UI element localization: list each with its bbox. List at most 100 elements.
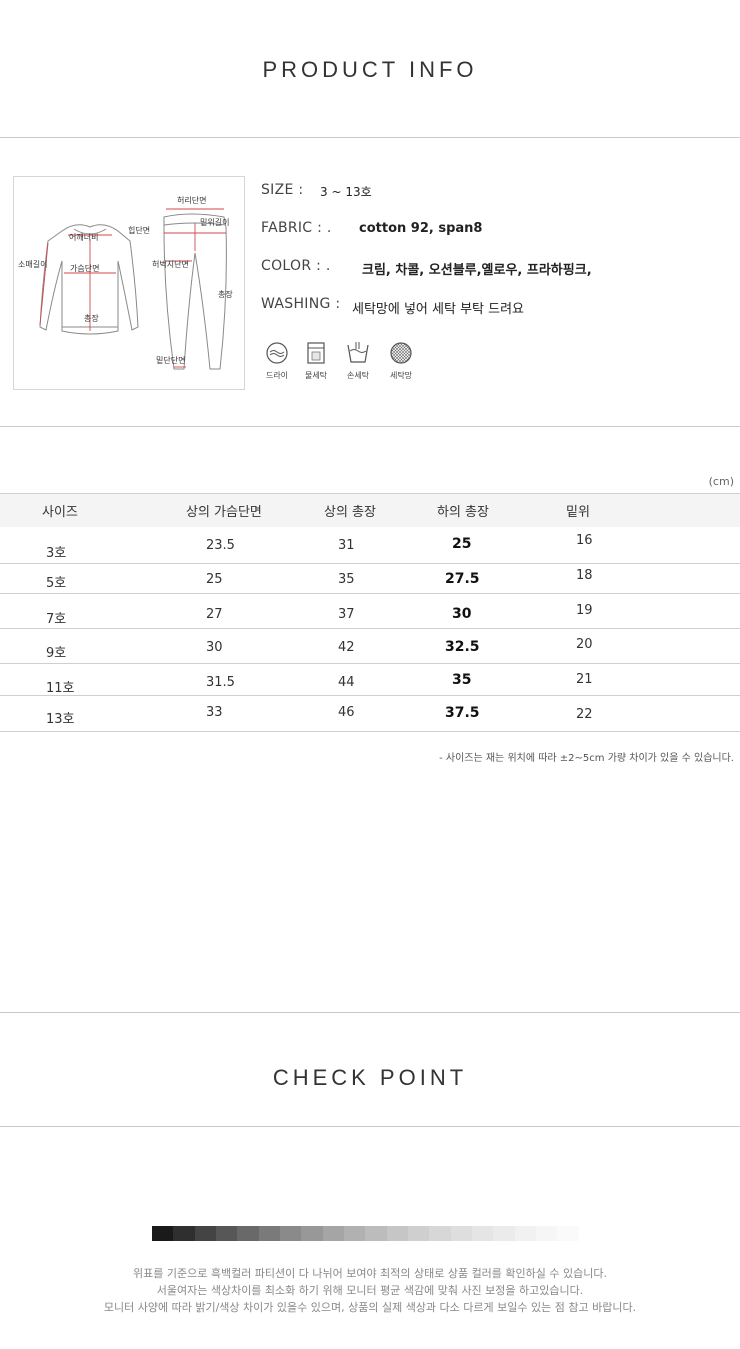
divider: [0, 137, 740, 138]
gray-swatch: [557, 1226, 579, 1241]
table-cell: 44: [338, 675, 355, 690]
table-cell: 5호: [46, 576, 67, 591]
fabric-value: cotton 92, span8: [359, 221, 483, 236]
table-cell: 33: [206, 705, 223, 720]
table-cell: 42: [338, 640, 355, 655]
table-cell: 23.5: [206, 538, 235, 553]
clothing-sketch: [39, 208, 227, 370]
fabric-key: FABRIC : .: [261, 220, 332, 236]
wash-label: 드라이: [265, 371, 289, 380]
check-point-line: 모니터 사양에 따라 밝기/색상 차이가 있을수 있으며, 상품의 실제 색상과…: [103, 1301, 637, 1314]
dry-clean-icon: [266, 342, 288, 364]
laundry-net-icon: [390, 342, 412, 364]
row-divider: [0, 731, 740, 732]
label-waist: 허리단면: [177, 196, 207, 205]
gray-swatch: [514, 1226, 536, 1241]
divider: [0, 1012, 740, 1013]
table-cell: 21: [576, 672, 593, 687]
row-divider: [0, 593, 740, 594]
water-wash-icon: [307, 342, 325, 364]
gray-swatch: [471, 1226, 494, 1241]
table-cell: 37: [338, 607, 355, 622]
label-hip: 힙단면: [128, 226, 151, 235]
gray-swatch: [279, 1226, 302, 1241]
gray-swatch: [173, 1226, 195, 1241]
gray-swatch: [450, 1226, 472, 1241]
table-cell: 20: [576, 637, 593, 652]
gray-swatch: [429, 1226, 451, 1241]
table-cell: 13호: [46, 712, 75, 727]
header-bottom-length: 하의 총장: [437, 505, 489, 520]
divider: [0, 426, 740, 427]
check-point-line: 위표를 기준으로 흑백컬러 파티션이 다 나뉘어 보여야 최적의 상태로 상품 …: [133, 1267, 607, 1280]
gray-swatch: [258, 1226, 280, 1241]
table-cell: 35: [452, 672, 472, 688]
divider: [0, 1126, 740, 1127]
row-divider: [0, 695, 740, 696]
product-info-title: PRODUCT INFO: [262, 57, 478, 82]
table-cell: 19: [576, 603, 593, 618]
label-pants-hem: 밑단단면: [156, 356, 186, 365]
table-cell: 25: [452, 536, 472, 552]
row-divider: [0, 563, 740, 564]
gray-swatch: [301, 1226, 323, 1241]
header-size: 사이즈: [42, 505, 78, 520]
hand-wash-icon: [347, 342, 369, 363]
grayscale-calibration-bar: [152, 1226, 600, 1241]
label-top-length: 총장: [84, 314, 99, 323]
gray-swatch: [386, 1226, 408, 1241]
gray-swatch: [343, 1226, 366, 1241]
table-cell: 30: [452, 606, 472, 622]
gray-swatch: [535, 1226, 558, 1241]
table-cell: 16: [576, 533, 593, 548]
header-top-chest: 상의 가슴단면: [186, 505, 262, 520]
check-point-title: CHECK POINT: [272, 1065, 468, 1090]
table-cell: 25: [206, 572, 223, 587]
table-cell: 46: [338, 705, 355, 720]
table-cell: 3호: [46, 546, 67, 561]
header-rise: 밑위: [566, 505, 590, 520]
gray-swatch: [493, 1226, 515, 1241]
table-cell: 27.5: [445, 571, 480, 587]
label-chest: 가슴단면: [70, 264, 100, 273]
table-cell: 35: [338, 572, 355, 587]
label-thigh: 허벅지단면: [152, 260, 189, 269]
wash-label: 세탁망: [389, 371, 413, 380]
table-cell: 31: [338, 538, 355, 553]
size-value: 3 ~ 13호: [320, 185, 372, 199]
table-cell: 18: [576, 568, 593, 583]
table-cell: 37.5: [445, 705, 480, 721]
label-sleeve-length: 소매길이: [18, 260, 48, 269]
washing-value: 세탁망에 넣어 세탁 부탁 드려요: [352, 302, 525, 317]
table-cell: 32.5: [445, 639, 480, 655]
row-divider: [0, 628, 740, 629]
table-cell: 22: [576, 707, 593, 722]
washing-key: WASHING :: [261, 296, 341, 312]
color-key: COLOR : .: [261, 258, 331, 274]
table-cell: 9호: [46, 646, 67, 661]
size-diagram: 어깨너비 소매길이 가슴단면 총장 허리단면 밑위길이 힙단면 허벅지단면 총장…: [13, 176, 245, 390]
wash-label: 물세탁: [304, 371, 328, 380]
table-cell: 11호: [46, 681, 75, 696]
label-pants-length: 총장: [218, 290, 233, 299]
label-shoulder: 어깨너비: [69, 233, 99, 242]
unit-label: (cm): [708, 475, 734, 488]
gray-swatch: [407, 1226, 430, 1241]
gray-swatch: [322, 1226, 344, 1241]
gray-swatch: [365, 1226, 387, 1241]
gray-swatch: [152, 1226, 174, 1241]
wash-label: 손세탁: [346, 371, 370, 380]
header-top-length: 상의 총장: [324, 505, 376, 520]
row-divider: [0, 663, 740, 664]
table-cell: 31.5: [206, 675, 235, 690]
gray-swatch: [237, 1226, 259, 1241]
table-cell: 7호: [46, 612, 67, 627]
table-cell: 27: [206, 607, 223, 622]
gray-swatch: [215, 1226, 238, 1241]
table-cell: 30: [206, 640, 223, 655]
size-key: SIZE :: [261, 182, 304, 198]
check-point-line: 서울여자는 색상차이를 최소화 하기 위해 모니터 평균 색감에 맞춰 사진 보…: [156, 1284, 584, 1297]
color-value: 크림, 차콜, 오션블루,옐로우, 프라하핑크,: [362, 263, 592, 278]
label-rise: 밑위길이: [200, 218, 230, 227]
gray-swatch: [194, 1226, 216, 1241]
